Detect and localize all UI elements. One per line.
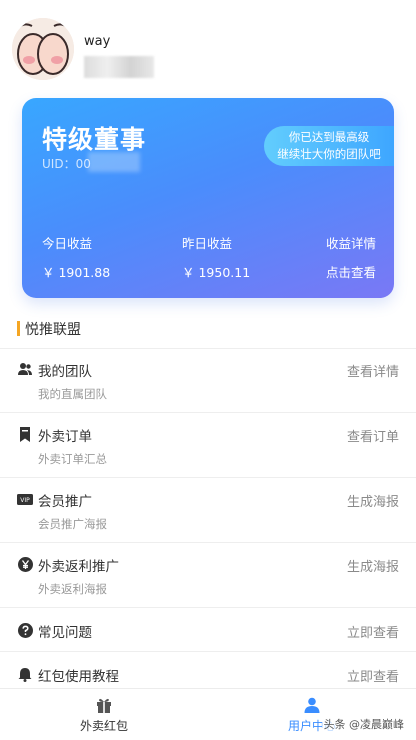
profile-header: way bbox=[0, 0, 416, 96]
yesterday-earnings-label: 昨日收益 bbox=[182, 236, 233, 251]
menu-item-subtitle: 外卖返利海报 bbox=[38, 582, 107, 596]
question-icon bbox=[17, 622, 33, 638]
user-id-blurred bbox=[84, 56, 154, 78]
level-badge: 你已达到最高级 继续壮大你的团队吧 bbox=[264, 126, 394, 166]
menu-item-subtitle: 我的直属团队 bbox=[38, 387, 107, 401]
menu-item-takeout-orders[interactable]: 外卖订单 外卖订单汇总 查看订单 bbox=[0, 413, 416, 477]
tab-takeout-redpacket[interactable]: 外卖红包 bbox=[0, 689, 208, 740]
menu-item-action[interactable]: 生成海报 bbox=[347, 491, 399, 510]
today-earnings: 今日收益 ￥ 1901.88 bbox=[42, 233, 110, 281]
vip-icon: VIP bbox=[17, 491, 33, 507]
username: way bbox=[84, 34, 111, 49]
gift-icon bbox=[96, 697, 112, 713]
earnings-detail-label: 收益详情 bbox=[325, 236, 376, 251]
menu-item-title: 外卖订单 bbox=[38, 429, 92, 445]
menu-item-action[interactable]: 立即查看 bbox=[347, 666, 399, 685]
yesterday-earnings-value: ￥ 1950.11 bbox=[182, 265, 251, 280]
menu-item-subtitle: 外卖订单汇总 bbox=[38, 452, 107, 466]
tab-label: 外卖红包 bbox=[79, 719, 128, 733]
menu-item-action[interactable]: 查看详情 bbox=[347, 361, 399, 380]
svg-text:VIP: VIP bbox=[20, 497, 30, 504]
section-title: 悦推联盟 bbox=[25, 322, 81, 338]
menu-item-action[interactable]: 查看订单 bbox=[347, 426, 399, 445]
menu-item-takeout-rebate[interactable]: 外卖返利推广 外卖返利海报 生成海报 bbox=[0, 543, 416, 607]
menu-item-redpacket-tutorial[interactable]: 红包使用教程 立即查看 bbox=[0, 652, 416, 688]
menu-item-action[interactable]: 生成海报 bbox=[347, 556, 399, 575]
watermark: 头条 @凌晨巅峰 bbox=[321, 716, 406, 732]
badge-line-1: 你已达到最高级 bbox=[288, 130, 370, 144]
menu-item-action[interactable]: 立即查看 bbox=[347, 622, 399, 641]
menu-item-my-team[interactable]: 我的团队 我的直属团队 查看详情 bbox=[0, 349, 416, 412]
team-icon bbox=[17, 361, 33, 377]
menu-item-subtitle: 会员推广海报 bbox=[38, 517, 107, 531]
menu-item-title: 常见问题 bbox=[38, 625, 92, 641]
bell-icon bbox=[17, 666, 33, 682]
yesterday-earnings: 昨日收益 ￥ 1950.11 bbox=[182, 233, 250, 281]
today-earnings-label: 今日收益 bbox=[42, 236, 93, 251]
bottom-tab-bar: 外卖红包 用户中心 bbox=[0, 688, 416, 740]
level-card: 特级董事 UID：00 你已达到最高级 继续壮大你的团队吧 今日收益 ￥ 190… bbox=[22, 98, 394, 298]
uid-label: UID：00 bbox=[42, 157, 91, 171]
section-accent-bar bbox=[17, 321, 20, 336]
user-icon bbox=[304, 697, 320, 713]
level-title: 特级董事 bbox=[42, 125, 147, 154]
uid-blurred bbox=[88, 152, 140, 172]
menu-item-faq[interactable]: 常见问题 立即查看 bbox=[0, 608, 416, 651]
today-earnings-value: ￥ 1901.88 bbox=[42, 265, 111, 280]
earnings-detail-link[interactable]: 收益详情 点击查看 bbox=[326, 233, 376, 281]
avatar[interactable] bbox=[12, 18, 74, 80]
tab-user-center[interactable]: 用户中心 bbox=[208, 689, 416, 740]
section-header: 悦推联盟 bbox=[0, 316, 416, 348]
menu-item-title: 红包使用教程 bbox=[38, 669, 119, 685]
badge-line-2: 继续壮大你的团队吧 bbox=[277, 147, 381, 161]
menu-item-title: 我的团队 bbox=[38, 364, 92, 380]
menu-item-title: 会员推广 bbox=[38, 494, 92, 510]
menu-item-title: 外卖返利推广 bbox=[38, 559, 119, 575]
earnings-detail-action[interactable]: 点击查看 bbox=[326, 262, 376, 281]
menu-item-member-promotion[interactable]: VIP 会员推广 会员推广海报 生成海报 bbox=[0, 478, 416, 542]
yen-icon bbox=[17, 556, 33, 572]
bookmark-icon bbox=[17, 426, 33, 442]
